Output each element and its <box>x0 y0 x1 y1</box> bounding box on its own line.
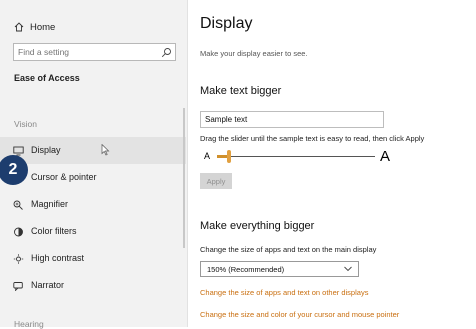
sidebar-scrollbar[interactable] <box>183 108 185 248</box>
color-filters-icon <box>14 227 23 237</box>
sidebar-item-label: High contrast <box>31 253 85 263</box>
group-label-hearing: Hearing <box>14 319 44 329</box>
search-input[interactable] <box>18 45 158 59</box>
sidebar: Home Ease of Access Vision Display Curso… <box>0 0 187 329</box>
text-size-slider[interactable]: A A <box>200 146 390 168</box>
high-contrast-icon <box>13 254 24 264</box>
scale-description: Change the size of apps and text on the … <box>200 245 377 254</box>
sidebar-item-label: Cursor & pointer <box>31 172 97 182</box>
sidebar-item-narrator[interactable]: Narrator <box>0 272 186 299</box>
sidebar-item-color-filters[interactable]: Color filters <box>0 218 186 245</box>
sidebar-item-label: Magnifier <box>31 199 69 209</box>
sample-text-box: Sample text <box>200 111 384 128</box>
small-a-label: A <box>204 151 211 161</box>
slider-fill <box>217 155 227 158</box>
chevron-down-icon <box>344 266 352 272</box>
mouse-cursor-icon <box>101 144 110 156</box>
home-link[interactable]: Home <box>14 18 55 36</box>
other-displays-link[interactable]: Change the size of apps and text on othe… <box>200 288 368 297</box>
slider-hint: Drag the slider until the sample text is… <box>200 134 425 143</box>
home-label: Home <box>30 21 56 33</box>
sidebar-item-label: Display <box>31 145 61 155</box>
narrator-icon <box>13 282 23 291</box>
search-icon[interactable] <box>161 47 172 58</box>
home-icon <box>14 22 24 32</box>
slider-thumb[interactable] <box>227 150 231 163</box>
page-title: Display <box>200 15 253 32</box>
large-a-label: A <box>380 148 391 165</box>
sidebar-item-high-contrast[interactable]: High contrast <box>0 245 186 272</box>
sidebar-item-magnifier[interactable]: Magnifier <box>0 191 186 218</box>
sidebar-item-display[interactable]: Display <box>0 137 186 164</box>
section-heading-text-bigger: Make text bigger <box>200 85 282 97</box>
scale-dropdown-value: 150% (Recommended) <box>207 265 285 274</box>
cursor-pointer-link[interactable]: Change the size and color of your cursor… <box>200 310 399 319</box>
section-title: Ease of Access <box>14 73 80 83</box>
sidebar-item-label: Narrator <box>31 280 65 290</box>
group-label-vision: Vision <box>14 119 37 129</box>
main-content: Display Make your display easier to see.… <box>188 0 476 327</box>
search-box[interactable] <box>13 43 176 61</box>
section-heading-everything-bigger: Make everything bigger <box>200 220 315 232</box>
slider-track[interactable] <box>217 156 375 157</box>
page-subtitle: Make your display easier to see. <box>200 49 308 58</box>
scale-dropdown[interactable]: 150% (Recommended) <box>200 261 359 277</box>
apply-button[interactable]: Apply <box>200 173 232 189</box>
sidebar-item-label: Color filters <box>31 226 77 236</box>
magnifier-icon <box>13 200 23 210</box>
